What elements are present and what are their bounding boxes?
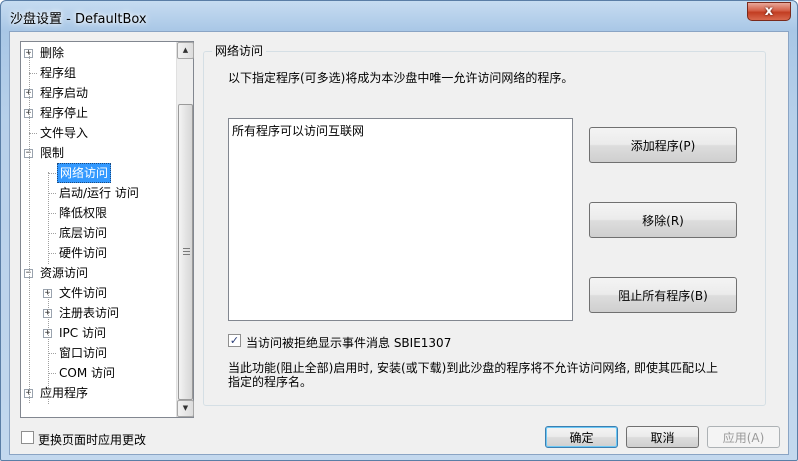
ok-button[interactable]: 确定 xyxy=(545,426,618,448)
tree-connector xyxy=(29,73,37,74)
tree-connector xyxy=(48,373,56,374)
tree-item-label: 降低权限 xyxy=(59,206,108,220)
tree-item-label: 文件导入 xyxy=(40,126,89,140)
tree-item-label: 删除 xyxy=(40,46,65,60)
grip-line xyxy=(183,248,190,249)
tree-item[interactable]: + 注册表访问 xyxy=(21,303,177,323)
scroll-down-button[interactable]: ▼ xyxy=(177,400,194,417)
tree-item[interactable]: 启动/运行 访问 xyxy=(21,183,177,203)
group-title: 网络访问 xyxy=(212,42,267,59)
add-program-button[interactable]: 添加程序(P) xyxy=(589,127,737,163)
tree-item[interactable]: 程序组 xyxy=(21,63,177,83)
tree-item[interactable]: 硬件访问 xyxy=(21,243,177,263)
apply-button[interactable]: 应用(A) xyxy=(707,426,780,448)
tree-item-label: 资源访问 xyxy=(40,266,89,280)
tree-item[interactable]: + 程序启动 xyxy=(21,83,177,103)
title-bar[interactable]: 沙盘设置 - DefaultBox x xyxy=(1,1,797,31)
grip-line xyxy=(183,251,190,252)
arrow-up-icon: ▲ xyxy=(182,46,189,54)
tree-item[interactable]: 降低权限 xyxy=(21,203,177,223)
tree-item-label: 程序启动 xyxy=(40,86,89,100)
tree-item-label: IPC 访问 xyxy=(59,326,106,340)
scroll-up-button[interactable]: ▲ xyxy=(177,42,194,59)
tree-connector xyxy=(48,193,56,194)
scroll-thumb[interactable] xyxy=(178,104,193,400)
tree-connector xyxy=(48,233,56,234)
tree-item-label: 启动/运行 访问 xyxy=(59,186,139,200)
tree-item-label: 窗口访问 xyxy=(59,346,108,360)
dialog-client-area: + 删除 程序组 + 程序启动 + 程序停止 文件导入 − 限制 网络访问 启动/运行 访问 降低权限底… xyxy=(9,31,789,455)
apply-on-change-checkbox[interactable] xyxy=(21,431,34,444)
arrow-down-icon: ▼ xyxy=(182,404,189,412)
tree-item[interactable]: − 资源访问 xyxy=(21,263,177,283)
tree-item[interactable]: + 删除 xyxy=(21,43,177,63)
tree-connector xyxy=(48,172,49,264)
sandbox-settings-window: 沙盘设置 - DefaultBox x + 删除程序组 + 程序启动 + 程序停止文件导入… xyxy=(0,0,798,461)
tree-item[interactable]: + 文件访问 xyxy=(21,283,177,303)
settings-tree[interactable]: + 删除程序组 + 程序启动 + 程序停止文件导入 − 限制 网络访问启动/运行 访问 降低权限底… xyxy=(20,41,194,418)
tree-item-label: 应用程序 xyxy=(40,386,89,400)
program-listbox[interactable]: 所有程序可以访问互联网 xyxy=(228,118,573,321)
tree-connector xyxy=(48,353,56,354)
window-title: 沙盘设置 - DefaultBox xyxy=(10,12,147,27)
tree-item-label: COM 访问 xyxy=(59,366,115,380)
tree-item[interactable]: + IPC 访问 xyxy=(21,323,177,343)
cancel-button[interactable]: 取消 xyxy=(626,426,699,448)
tree-scrollbar[interactable]: ▲ ▼ xyxy=(176,42,194,417)
check-mark-icon: ✓ xyxy=(229,334,240,347)
description-text: 以下指定程序(可多选)将成为本沙盘中唯一允许访问网络的程序。 xyxy=(228,71,574,85)
tree-content: + 删除程序组 + 程序启动 + 程序停止文件导入 − 限制 网络访问启动/运行 访问 降低权限底… xyxy=(21,42,177,417)
tree-item-label: 限制 xyxy=(40,146,65,160)
tree-item-label: 程序停止 xyxy=(40,106,89,120)
tree-item-label: 硬件访问 xyxy=(59,246,108,260)
tree-item[interactable]: 网络访问 xyxy=(21,163,177,183)
tree-item[interactable]: − 限制 xyxy=(21,143,177,163)
remove-button[interactable]: 移除(R) xyxy=(589,202,737,238)
note-text: 当此功能(阻止全部)启用时, 安装(或下载)到此沙盘的程序将不允许访问网络, 即… xyxy=(228,361,718,389)
tree-item[interactable]: 窗口访问 xyxy=(21,343,177,363)
close-button[interactable]: x xyxy=(747,2,791,21)
tree-item-label: 注册表访问 xyxy=(59,306,120,320)
block-all-button[interactable]: 阻止所有程序(B) xyxy=(589,277,737,313)
tree-item[interactable]: 文件导入 xyxy=(21,123,177,143)
tree-connector xyxy=(48,213,56,214)
tree-connector xyxy=(29,53,30,403)
tree-item-label: 文件访问 xyxy=(59,286,108,300)
tree-item-label: 网络访问 xyxy=(57,163,112,183)
tree-item[interactable]: 底层访问 xyxy=(21,223,177,243)
grip-line xyxy=(183,254,190,255)
show-event-checkbox[interactable]: ✓ xyxy=(228,334,241,347)
tree-item-label: 底层访问 xyxy=(59,226,108,240)
tree-connector xyxy=(48,292,49,404)
tree-item[interactable]: + 应用程序 xyxy=(21,383,177,403)
tree-item[interactable]: COM 访问 xyxy=(21,363,177,383)
tree-connector xyxy=(48,173,56,174)
tree-item[interactable]: + 程序停止 xyxy=(21,103,177,123)
list-item[interactable]: 所有程序可以访问互联网 xyxy=(232,122,364,139)
close-icon: x xyxy=(764,4,774,19)
tree-connector xyxy=(48,253,56,254)
show-event-label[interactable]: 当访问被拒绝显示事件消息 SBIE1307 xyxy=(246,334,451,351)
apply-on-change-label[interactable]: 更换页面时应用更改 xyxy=(38,431,146,448)
tree-item-label: 程序组 xyxy=(40,66,77,80)
tree-connector xyxy=(29,133,37,134)
